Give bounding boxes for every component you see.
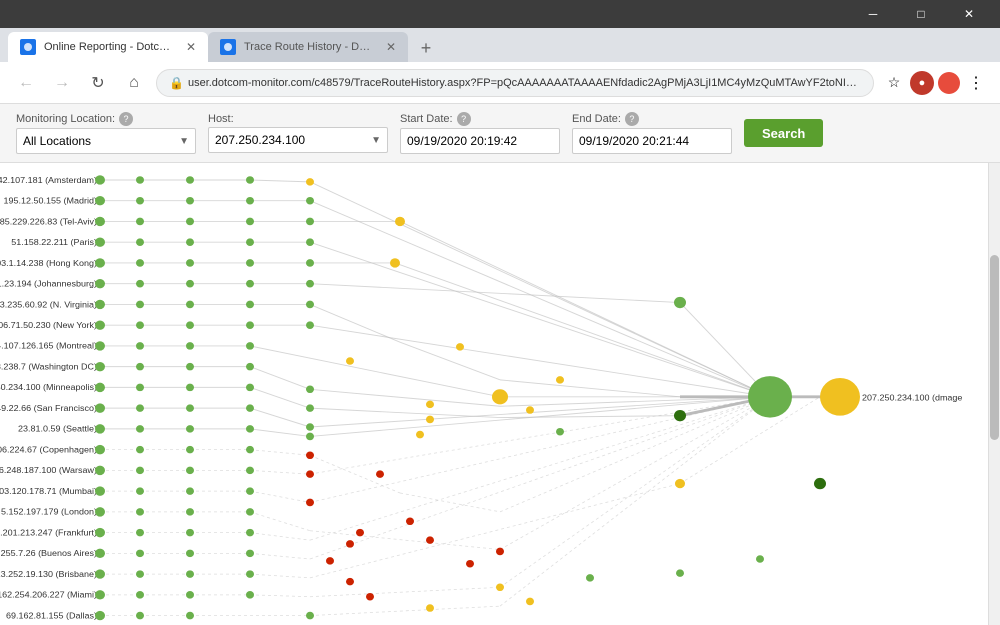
filter-bar: Monitoring Location: ? All Locations ▼ H… (0, 104, 1000, 163)
svg-text:185.229.226.83 (Tel-Aviv): 185.229.226.83 (Tel-Aviv) (0, 217, 97, 227)
svg-text:206.224.67 (Copenhagen): 206.224.67 (Copenhagen) (0, 445, 97, 455)
svg-text:1.255.7.26 (Buenos Aires): 1.255.7.26 (Buenos Aires) (0, 548, 97, 558)
tab-inactive[interactable]: Trace Route History - Dotcom-M... ✕ (208, 32, 408, 62)
svg-text:195.12.50.155 (Madrid): 195.12.50.155 (Madrid) (4, 196, 98, 206)
nav-icons: ☆ ● ⋮ (882, 71, 988, 95)
tab-favicon-2 (220, 39, 236, 55)
svg-text:46.248.187.100 (Warsaw): 46.248.187.100 (Warsaw) (0, 465, 97, 475)
svg-text:21.23.194 (Johannesburg): 21.23.194 (Johannesburg) (0, 279, 97, 289)
forward-button[interactable]: → (48, 69, 76, 97)
tab-close-2[interactable]: ✕ (386, 40, 396, 54)
svg-text:50.234.100 (Minneapolis): 50.234.100 (Minneapolis) (0, 382, 97, 392)
svg-text:5.201.213.247 (Frankfurt): 5.201.213.247 (Frankfurt) (0, 528, 97, 538)
extension-icon-1[interactable] (938, 72, 960, 94)
profile-icon[interactable]: ● (910, 71, 934, 95)
address-text: user.dotcom-monitor.com/c48579/TraceRout… (188, 77, 861, 89)
start-date-group: Start Date: ? 09/19/2020 20:19:42 (400, 112, 560, 154)
home-button[interactable]: ⌂ (120, 69, 148, 97)
svg-text:103.120.178.71 (Mumbai): 103.120.178.71 (Mumbai) (0, 486, 97, 496)
end-date-input[interactable]: 09/19/2020 20:21:44 (572, 128, 732, 154)
title-bar: ─ □ ✕ (0, 0, 1000, 28)
new-tab-button[interactable]: + (412, 34, 440, 62)
scroll-thumb[interactable] (990, 255, 999, 440)
tab-title-1: Online Reporting - Dotcom-Mo... (44, 41, 174, 53)
svg-text:23.81.0.59 (Seattle): 23.81.0.59 (Seattle) (18, 424, 97, 434)
tab-title-2: Trace Route History - Dotcom-M... (244, 41, 374, 53)
window-controls: ─ □ ✕ (850, 0, 992, 28)
back-button[interactable]: ← (12, 69, 40, 97)
host-label: Host: (208, 113, 388, 125)
start-date-input[interactable]: 09/19/2020 20:19:42 (400, 128, 560, 154)
svg-text:162.254.206.227 (Miami): 162.254.206.227 (Miami) (0, 590, 97, 600)
monitoring-location-info[interactable]: ? (119, 112, 133, 126)
svg-text:206.71.50.230 (New York): 206.71.50.230 (New York) (0, 320, 97, 330)
tab-close-1[interactable]: ✕ (186, 40, 196, 54)
start-date-label: Start Date: ? (400, 112, 560, 126)
end-date-info[interactable]: ? (625, 112, 639, 126)
svg-text:23.235.60.92 (N. Virginia): 23.235.60.92 (N. Virginia) (0, 299, 97, 309)
nav-bar: ← → ↻ ⌂ 🔒 user.dotcom-monitor.com/c48579… (0, 62, 1000, 104)
host-select[interactable]: 207.250.234.100 ▼ (208, 127, 388, 153)
search-button[interactable]: Search (744, 119, 823, 147)
tab-bar: Online Reporting - Dotcom-Mo... ✕ Trace … (0, 28, 1000, 62)
svg-text:5.152.197.179 (London): 5.152.197.179 (London) (1, 507, 97, 517)
svg-text:142.107.181 (Amsterdam): 142.107.181 (Amsterdam) (0, 175, 97, 185)
address-bar[interactable]: 🔒 user.dotcom-monitor.com/c48579/TraceRo… (156, 69, 874, 97)
dropdown-arrow: ▼ (179, 136, 189, 147)
refresh-button[interactable]: ↻ (84, 69, 112, 97)
tab-favicon-1 (20, 39, 36, 55)
svg-text:69.162.81.155 (Dallas): 69.162.81.155 (Dallas) (6, 611, 97, 621)
trace-route-graph: .loc-text { font-size: 9px; fill: #333; … (0, 163, 1000, 625)
minimize-button[interactable]: ─ (850, 0, 896, 28)
svg-text:51.158.22.211 (Paris): 51.158.22.211 (Paris) (11, 237, 97, 247)
start-date-info[interactable]: ? (457, 112, 471, 126)
close-button[interactable]: ✕ (946, 0, 992, 28)
main-content: Monitoring Location: ? All Locations ▼ H… (0, 104, 1000, 625)
svg-text:4.107.126.165 (Montreal): 4.107.126.165 (Montreal) (0, 341, 97, 351)
svg-text:5.49.22.66 (San Francisco): 5.49.22.66 (San Francisco) (0, 403, 97, 413)
maximize-button[interactable]: □ (898, 0, 944, 28)
extension-icon-2[interactable]: ⋮ (964, 71, 988, 95)
svg-text:103.1.14.238 (Hong Kong): 103.1.14.238 (Hong Kong) (0, 258, 97, 268)
end-date-label: End Date: ? (572, 112, 732, 126)
monitoring-location-select[interactable]: All Locations ▼ (16, 128, 196, 154)
graph-area: .loc-text { font-size: 9px; fill: #333; … (0, 163, 1000, 625)
svg-text:123.252.19.130 (Brisbane): 123.252.19.130 (Brisbane) (0, 569, 97, 579)
tab-active[interactable]: Online Reporting - Dotcom-Mo... ✕ (8, 32, 208, 62)
svg-text:207.250.234.100 (dmage: 207.250.234.100 (dmage (862, 393, 963, 403)
host-group: Host: 207.250.234.100 ▼ (208, 113, 388, 153)
monitoring-location-label: Monitoring Location: ? (16, 112, 196, 126)
host-dropdown-arrow: ▼ (371, 135, 381, 146)
scroll-bar[interactable] (988, 163, 1000, 625)
bookmark-icon[interactable]: ☆ (882, 71, 906, 95)
monitoring-location-group: Monitoring Location: ? All Locations ▼ (16, 112, 196, 154)
end-date-group: End Date: ? 09/19/2020 20:21:44 (572, 112, 732, 154)
svg-text:38.238.7 (Washington DC): 38.238.7 (Washington DC) (0, 362, 97, 372)
